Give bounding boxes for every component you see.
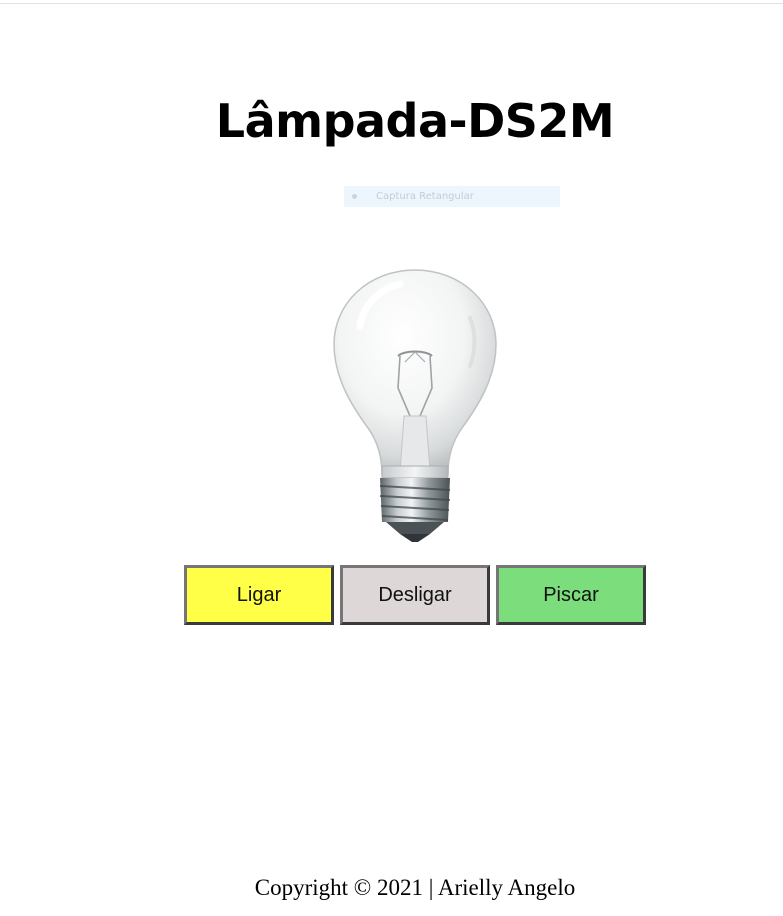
top-divider bbox=[0, 3, 783, 4]
turn-off-button[interactable]: Desligar bbox=[340, 565, 490, 625]
capture-label: Captura Retangular bbox=[376, 191, 474, 202]
blink-button[interactable]: Piscar bbox=[496, 565, 646, 625]
lamp-controls: Ligar Desligar Piscar bbox=[184, 565, 647, 625]
page-title: Lâmpada-DS2M bbox=[215, 94, 615, 148]
light-bulb-icon bbox=[333, 269, 497, 542]
capture-dot-icon bbox=[352, 194, 357, 199]
turn-on-button[interactable]: Ligar bbox=[184, 565, 334, 625]
page: Lâmpada-DS2M Captura Retangular Ligar De… bbox=[0, 0, 783, 916]
footer-copyright: Copyright © 2021 | Arielly Angelo bbox=[254, 875, 576, 900]
capture-overlay: Captura Retangular bbox=[344, 186, 560, 207]
